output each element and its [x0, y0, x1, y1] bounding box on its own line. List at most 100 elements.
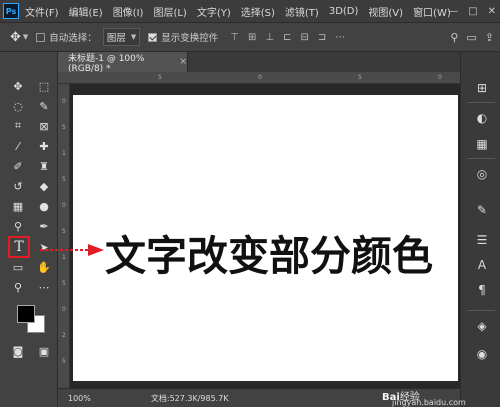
move-tool-icon[interactable]: ✥ — [8, 77, 28, 95]
quick-mask-icon[interactable]: ◙ — [8, 342, 28, 360]
crop-tool-icon[interactable]: ⌗ — [8, 117, 28, 135]
maximize-button[interactable]: □ — [468, 6, 477, 17]
document-canvas[interactable]: 文字改变部分颜色 — [73, 95, 458, 381]
layers-panel-icon[interactable]: ◈ — [473, 318, 491, 334]
chevron-down-icon: ▼ — [130, 33, 137, 41]
zoom-level[interactable]: 100% — [68, 394, 91, 403]
brush-settings-icon[interactable]: ✎ — [473, 202, 491, 218]
ruler-label: 5 — [62, 176, 66, 183]
ruler-label: 5 — [158, 74, 162, 81]
more-tools-icon[interactable]: ⋯ — [34, 278, 54, 296]
ruler-label: 5 — [62, 358, 66, 365]
history-brush-tool-icon[interactable]: ↺ — [8, 177, 28, 195]
options-bar-right: ⚲ ▭ ⇪ — [450, 31, 494, 44]
close-button[interactable]: ✕ — [488, 6, 496, 17]
workspace-icon[interactable]: ▭ — [466, 31, 476, 44]
healing-brush-tool-icon[interactable]: ✚ — [34, 137, 54, 155]
ruler-label: 5 — [62, 124, 66, 131]
pen-tool-icon[interactable]: ✒ — [34, 217, 54, 235]
type-tool-icon[interactable]: T — [8, 236, 30, 258]
color-panel-icon[interactable]: ◐ — [473, 110, 491, 126]
channels-panel-icon[interactable]: ◉ — [473, 346, 491, 362]
eyedropper-tool-icon[interactable]: ⁄ — [8, 137, 28, 155]
menu-select[interactable]: 选择(S) — [241, 4, 275, 19]
align-bottom-icon[interactable]: ⊥ — [265, 32, 274, 43]
foreground-color-swatch[interactable] — [17, 305, 35, 323]
blur-tool-icon[interactable]: ● — [34, 197, 54, 215]
align-horizontal-center-icon[interactable]: ⊟ — [300, 32, 308, 43]
adjustments-panel-icon[interactable]: ◎ — [473, 166, 491, 182]
properties-panel-icon[interactable]: ☰ — [473, 232, 491, 248]
ruler-label: 0 — [62, 202, 66, 209]
annotation-arrow-icon — [40, 244, 104, 256]
vertical-ruler: 0 5 1 5 0 5 1 5 0 2 5 — [58, 84, 70, 388]
auto-select-label: 自动选择： — [49, 33, 97, 44]
more-options-icon[interactable]: ⋯ — [335, 32, 345, 43]
canvas-text-layer[interactable]: 文字改变部分颜色 — [105, 222, 433, 282]
menu-window[interactable]: 窗口(W) — [413, 4, 451, 19]
menu-3d[interactable]: 3D(D) — [329, 6, 359, 17]
photoshop-logo: Ps — [3, 3, 19, 19]
show-transform-controls-label: 显示变换控件 — [161, 33, 219, 44]
menu-view[interactable]: 视图(V) — [368, 4, 403, 19]
ruler-label: 0 — [438, 74, 442, 81]
paragraph-panel-icon[interactable]: ¶ — [473, 282, 491, 298]
auto-select-target-value: 图层 — [106, 33, 126, 44]
frame-tool-icon[interactable]: ⊠ — [34, 117, 54, 135]
quick-select-tool-icon[interactable]: ✎ — [34, 97, 54, 115]
ruler-label: 0 — [258, 74, 262, 81]
hand-tool-icon[interactable]: ✋ — [34, 258, 54, 276]
menu-type[interactable]: 文字(Y) — [197, 4, 231, 19]
chevron-down-icon[interactable]: ▼ — [23, 33, 28, 41]
search-icon[interactable]: ⚲ — [450, 31, 458, 44]
options-bar: ✥ ▼ 自动选择： 图层 ▼ 显示变换控件 ⊤ ⊞ ⊥ ⊏ ⊟ ⊐ ⋯ ⚲ ▭ … — [0, 22, 500, 52]
auto-select-checkbox[interactable] — [36, 32, 46, 42]
align-right-icon[interactable]: ⊐ — [318, 32, 326, 43]
brush-tool-icon[interactable]: ✐ — [8, 157, 28, 175]
show-transform-controls-checkbox[interactable] — [148, 32, 158, 42]
gradient-tool-icon[interactable]: ▦ — [8, 197, 28, 215]
tools-panel: ✥ ⬚ ◌ ✎ ⌗ ⊠ ⁄ ✚ ✐ ♜ ↺ ◆ ▦ ● ⚲ ✒ T ➤ ▭ ✋ … — [0, 52, 58, 407]
menu-layer[interactable]: 图层(L) — [153, 4, 186, 19]
ruler-label: 0 — [62, 306, 66, 313]
horizontal-ruler: 5 0 5 0 — [58, 72, 460, 84]
align-left-icon[interactable]: ⊏ — [283, 32, 291, 43]
close-icon[interactable]: × — [179, 57, 187, 67]
menu-edit[interactable]: 编辑(E) — [69, 4, 103, 19]
lasso-tool-icon[interactable]: ◌ — [8, 97, 28, 115]
panel-divider — [467, 102, 495, 103]
history-panel-icon[interactable]: ⊞ — [473, 80, 491, 96]
ruler-label: 5 — [358, 74, 362, 81]
ruler-label: 0 — [62, 98, 66, 105]
window-controls: — □ ✕ — [448, 0, 496, 22]
document-tab-title: 未标题-1 @ 100%(RGB/8) * — [68, 53, 145, 74]
screen-mode-icon[interactable]: ▣ — [34, 342, 54, 360]
zoom-tool-icon[interactable]: ⚲ — [8, 278, 28, 296]
share-icon[interactable]: ⇪ — [485, 31, 494, 44]
auto-select-target-dropdown[interactable]: 图层 ▼ — [102, 28, 141, 46]
panel-divider — [467, 310, 495, 311]
clone-stamp-tool-icon[interactable]: ♜ — [34, 157, 54, 175]
dodge-tool-icon[interactable]: ⚲ — [8, 217, 28, 235]
swatches-panel-icon[interactable]: ▦ — [473, 136, 491, 152]
align-top-icon[interactable]: ⊤ — [230, 32, 239, 43]
ruler-label: 5 — [62, 228, 66, 235]
ruler-label: 5 — [62, 280, 66, 287]
menu-filter[interactable]: 滤镜(T) — [285, 4, 319, 19]
menu-image[interactable]: 图像(I) — [113, 4, 144, 19]
eraser-tool-icon[interactable]: ◆ — [34, 177, 54, 195]
menu-file[interactable]: 文件(F) — [25, 4, 59, 19]
panel-divider — [467, 158, 495, 159]
document-tab[interactable]: 未标题-1 @ 100%(RGB/8) * × — [58, 52, 188, 74]
ruler-label: 2 — [62, 332, 66, 339]
move-tool-preset-icon[interactable]: ✥ — [10, 30, 21, 45]
minimize-button[interactable]: — — [448, 6, 458, 17]
tab-strip — [188, 52, 460, 72]
document-size-info: 文档:527.3K/985.7K — [150, 393, 229, 403]
align-vertical-center-icon[interactable]: ⊞ — [248, 32, 256, 43]
align-buttons: ⊤ ⊞ ⊥ ⊏ ⊟ ⊐ ⋯ — [230, 32, 345, 43]
marquee-tool-icon[interactable]: ⬚ — [34, 77, 54, 95]
character-panel-icon[interactable]: A — [473, 257, 491, 273]
menu-bar: Ps 文件(F) 编辑(E) 图像(I) 图层(L) 文字(Y) 选择(S) 滤… — [0, 0, 500, 22]
rectangle-tool-icon[interactable]: ▭ — [8, 258, 28, 276]
